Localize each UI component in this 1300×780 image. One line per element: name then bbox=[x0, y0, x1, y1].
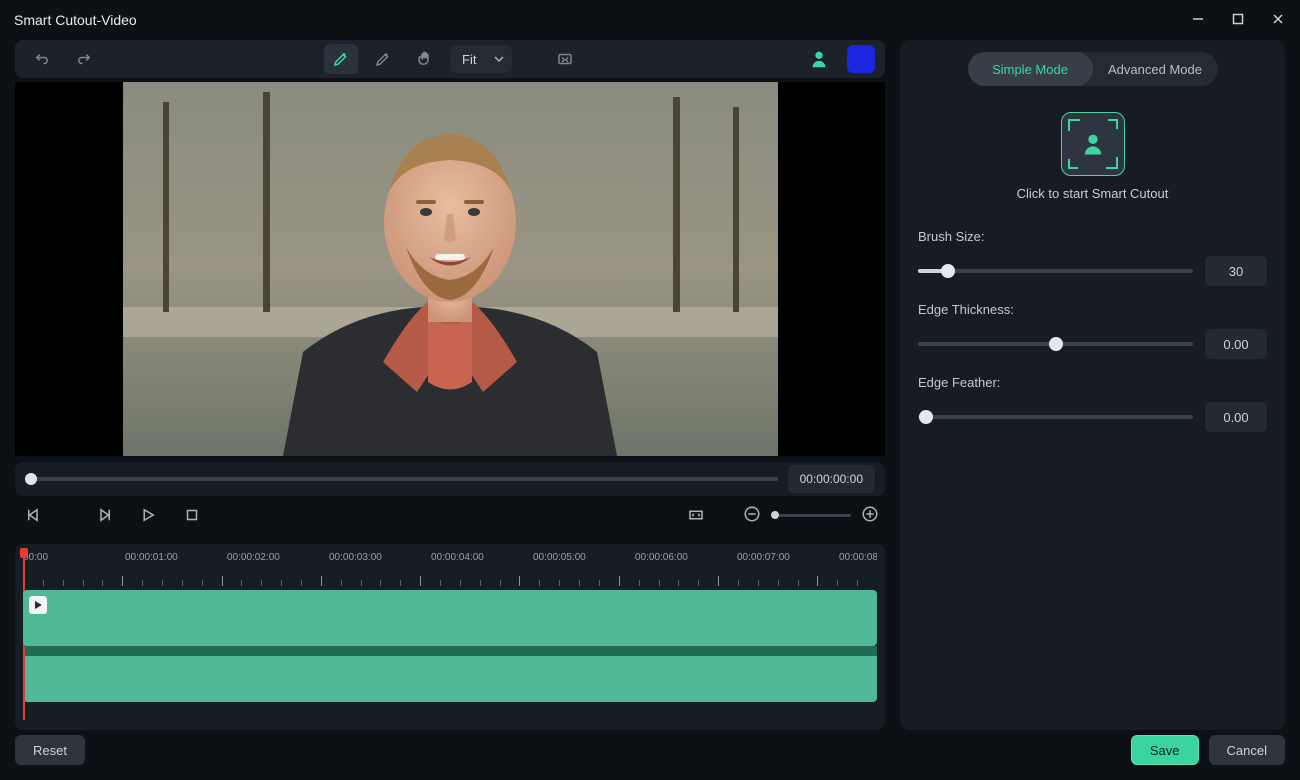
edge-feather-value[interactable]: 0.00 bbox=[1205, 402, 1267, 432]
brush-size-label: Brush Size: bbox=[918, 229, 1267, 244]
scrubber-track[interactable] bbox=[25, 477, 778, 481]
title-bar: Smart Cutout-Video bbox=[0, 0, 1300, 40]
start-caption: Click to start Smart Cutout bbox=[918, 186, 1267, 201]
timeline-track-gap bbox=[23, 646, 877, 656]
video-preview[interactable] bbox=[15, 82, 885, 456]
settings-panel: Simple Mode Advanced Mode Click to start… bbox=[900, 40, 1285, 730]
edge-feather-slider[interactable] bbox=[918, 415, 1193, 419]
ruler-ticks bbox=[23, 576, 877, 586]
preview-toolbar: Fit bbox=[15, 40, 885, 78]
brush-size-slider[interactable] bbox=[918, 269, 1193, 273]
zoom-slider[interactable] bbox=[771, 514, 851, 517]
edge-thickness-row: 0.00 bbox=[918, 329, 1267, 359]
ruler-label: 00:00:04:00 bbox=[431, 552, 484, 563]
zoom-slider-thumb[interactable] bbox=[771, 511, 779, 519]
main-area: Fit bbox=[0, 40, 1300, 730]
play-button[interactable] bbox=[135, 502, 161, 528]
background-color-swatch[interactable] bbox=[847, 45, 875, 73]
ruler-label: 00:00:02:00 bbox=[227, 552, 280, 563]
add-brush-tool[interactable] bbox=[324, 44, 358, 74]
clip-play-icon bbox=[29, 596, 47, 614]
start-smart-cutout-button[interactable] bbox=[1061, 112, 1125, 176]
timecode-display: 00:00:00:00 bbox=[788, 465, 875, 493]
zoom-in-button[interactable] bbox=[861, 505, 879, 526]
brush-size-row: 30 bbox=[918, 256, 1267, 286]
ruler-label: 00:00:07:00 bbox=[737, 552, 790, 563]
close-button[interactable] bbox=[1270, 12, 1286, 29]
zoom-select[interactable]: Fit bbox=[450, 45, 512, 73]
next-frame-button[interactable] bbox=[91, 502, 117, 528]
ruler-label: 00:00:06:00 bbox=[635, 552, 688, 563]
footer: Reset Save Cancel bbox=[0, 730, 1300, 770]
edge-feather-thumb[interactable] bbox=[919, 410, 933, 424]
preview-placeholder-image bbox=[123, 82, 778, 456]
stop-button[interactable] bbox=[179, 502, 205, 528]
mode-toggle: Simple Mode Advanced Mode bbox=[968, 52, 1218, 86]
compare-toggle[interactable] bbox=[548, 44, 582, 74]
scrubber-thumb[interactable] bbox=[25, 473, 37, 485]
silhouette-preview[interactable] bbox=[805, 45, 833, 73]
edge-thickness-label: Edge Thickness: bbox=[918, 302, 1267, 317]
zoom-out-button[interactable] bbox=[743, 505, 761, 526]
zoom-select-label: Fit bbox=[462, 52, 476, 67]
window-controls bbox=[1190, 12, 1286, 29]
ruler-label: 00:00:03:00 bbox=[329, 552, 382, 563]
edge-thickness-thumb[interactable] bbox=[1049, 337, 1063, 351]
timeline-video-track[interactable] bbox=[23, 590, 877, 646]
window-title: Smart Cutout-Video bbox=[14, 12, 137, 28]
transport-controls bbox=[15, 496, 885, 534]
edge-thickness-value[interactable]: 0.00 bbox=[1205, 329, 1267, 359]
advanced-mode-tab[interactable]: Advanced Mode bbox=[1093, 52, 1218, 86]
fit-timeline-button[interactable] bbox=[683, 502, 709, 528]
ruler-label: 00:00:01:00 bbox=[125, 552, 178, 563]
brush-size-value[interactable]: 30 bbox=[1205, 256, 1267, 286]
cancel-button[interactable]: Cancel bbox=[1209, 735, 1285, 765]
reset-button[interactable]: Reset bbox=[15, 735, 85, 765]
pan-tool[interactable] bbox=[408, 44, 442, 74]
ruler-label: 00:00:08:00 bbox=[839, 552, 877, 563]
ruler-label: 00:00:05:00 bbox=[533, 552, 586, 563]
undo-button[interactable] bbox=[25, 44, 59, 74]
timeline-panel: 00:00 00:00:01:00 00:00:02:00 00:00:03:0… bbox=[15, 544, 885, 730]
edge-feather-label: Edge Feather: bbox=[918, 375, 1267, 390]
save-button[interactable]: Save bbox=[1131, 735, 1199, 765]
brush-size-thumb[interactable] bbox=[941, 264, 955, 278]
minimize-button[interactable] bbox=[1190, 12, 1206, 29]
person-icon bbox=[1079, 130, 1107, 158]
prev-frame-button[interactable] bbox=[21, 502, 47, 528]
timeline-audio-track[interactable] bbox=[23, 656, 877, 702]
chevron-down-icon bbox=[494, 54, 504, 64]
edge-thickness-slider[interactable] bbox=[918, 342, 1193, 346]
simple-mode-tab[interactable]: Simple Mode bbox=[968, 52, 1093, 86]
timeline-ruler[interactable]: 00:00 00:00:01:00 00:00:02:00 00:00:03:0… bbox=[23, 552, 877, 586]
redo-button[interactable] bbox=[67, 44, 101, 74]
erase-brush-tool[interactable] bbox=[366, 44, 400, 74]
timeline-zoom-controls bbox=[683, 502, 879, 528]
maximize-button[interactable] bbox=[1230, 12, 1246, 29]
edge-feather-row: 0.00 bbox=[918, 402, 1267, 432]
left-column: Fit bbox=[15, 40, 885, 730]
scrubber-row: 00:00:00:00 bbox=[15, 462, 885, 496]
